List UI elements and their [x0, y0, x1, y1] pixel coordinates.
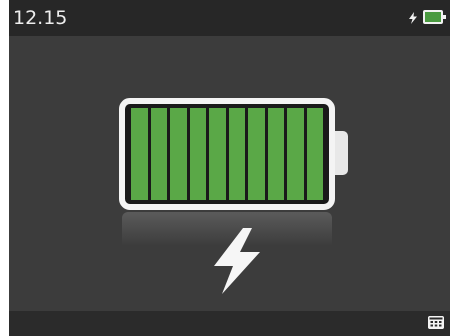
bottom-bar — [9, 311, 450, 336]
battery-cell — [209, 108, 226, 200]
battery-cell — [189, 108, 206, 200]
battery-cell — [170, 108, 187, 200]
battery-cell — [287, 108, 304, 200]
status-bar: 12.15 — [9, 0, 450, 36]
charging-bolt-icon — [409, 12, 417, 24]
battery-graphic — [119, 98, 335, 210]
battery-cell — [248, 108, 265, 200]
battery-cell — [267, 108, 284, 200]
battery-cell — [306, 108, 323, 200]
battery-terminal — [335, 131, 348, 175]
clock: 12.15 — [13, 7, 68, 29]
lightning-bolt-icon — [214, 228, 260, 294]
grid-icon[interactable] — [428, 316, 444, 329]
battery-cell — [228, 108, 245, 200]
battery-cell — [131, 108, 148, 200]
battery-cell — [150, 108, 167, 200]
screen: 12.15 — [9, 0, 450, 336]
battery-icon — [423, 10, 446, 24]
